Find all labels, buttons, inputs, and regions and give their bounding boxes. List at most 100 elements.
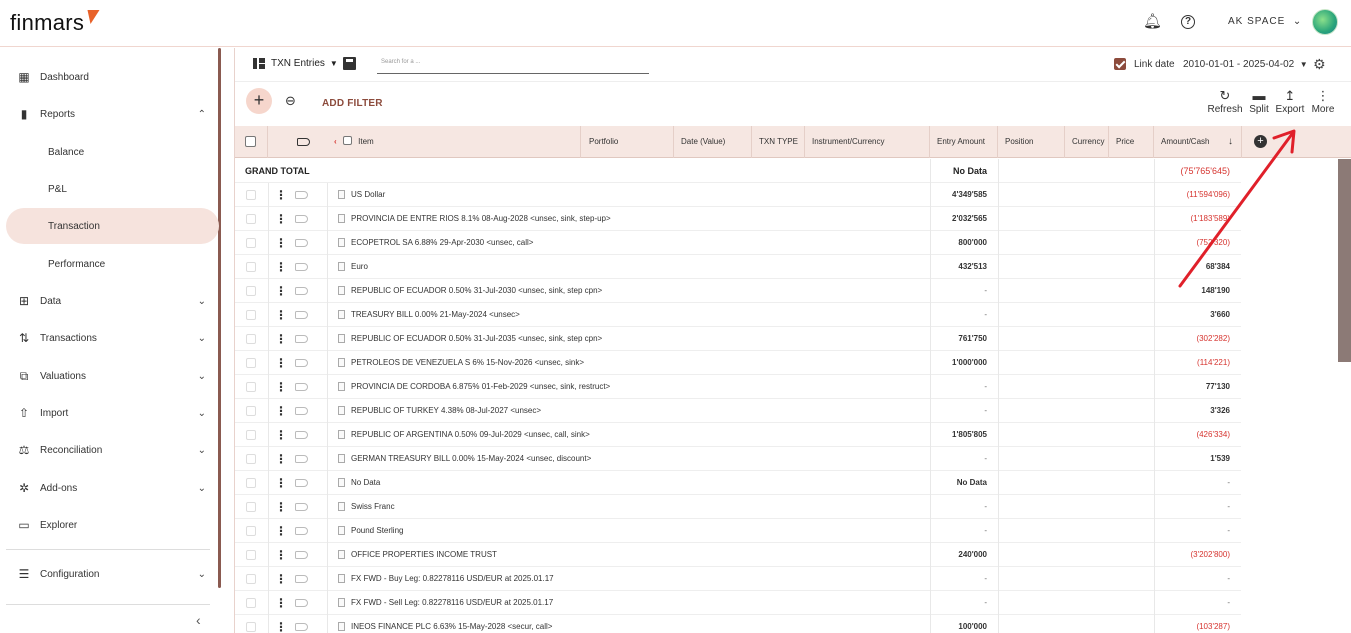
chevron-icon[interactable]: ⌄ (198, 296, 206, 307)
column-price[interactable]: Price (1109, 126, 1154, 158)
row-menu-icon[interactable]: ⋮ (268, 567, 293, 591)
chevron-icon[interactable]: ⌃ (198, 109, 206, 120)
row-checkbox[interactable] (246, 351, 268, 375)
table-row[interactable]: ⋮ INEOS FINANCE PLC 6.63% 15-May-2028 <se… (235, 615, 1241, 633)
row-tag-icon[interactable] (295, 207, 327, 231)
sidebar-item-reports[interactable]: ▮ Reports ⌃ (0, 96, 218, 132)
table-row[interactable]: ⋮ REPUBLIC OF ARGENTINA 0.50% 09-Jul-2029… (235, 423, 1241, 447)
sidebar-item-valuations[interactable]: ⧉ Valuations ⌄ (0, 358, 218, 394)
row-menu-icon[interactable]: ⋮ (268, 615, 293, 633)
more-button[interactable]: ⋮ More (1303, 88, 1343, 115)
row-checkbox[interactable] (246, 207, 268, 231)
row-tag-icon[interactable] (295, 351, 327, 375)
row-menu-icon[interactable]: ⋮ (268, 519, 293, 543)
row-checkbox[interactable] (246, 447, 268, 471)
sidebar-scrollbar[interactable] (218, 48, 221, 588)
row-checkbox[interactable] (246, 279, 268, 303)
row-checkbox[interactable] (246, 591, 268, 615)
row-menu-icon[interactable]: ⋮ (268, 423, 293, 447)
collapse-sidebar-icon[interactable]: ‹ (196, 612, 201, 628)
finmars-logo[interactable]: finmars (10, 10, 100, 36)
tag-header-icon[interactable] (268, 126, 327, 158)
sidebar-item-add-ons[interactable]: ✲ Add-ons ⌄ (0, 470, 218, 506)
table-row[interactable]: ⋮ PROVINCIA DE CORDOBA 6.875% 01-Feb-2029… (235, 375, 1241, 399)
add-filter-button[interactable]: ADD FILTER (322, 98, 383, 109)
save-icon[interactable] (343, 57, 356, 70)
table-row[interactable]: ⋮ REPUBLIC OF TURKEY 4.38% 08-Jul-2027 <u… (235, 399, 1241, 423)
row-checkbox[interactable] (246, 327, 268, 351)
sidebar-item-reconciliation[interactable]: ⚖ Reconciliation ⌄ (0, 432, 218, 468)
row-menu-icon[interactable]: ⋮ (268, 399, 293, 423)
sidebar-subitem-balance[interactable]: Balance (0, 134, 218, 170)
row-menu-icon[interactable]: ⋮ (268, 231, 293, 255)
row-checkbox[interactable] (246, 183, 268, 207)
sidebar-subitem-p-l[interactable]: P&L (0, 171, 218, 207)
row-menu-icon[interactable]: ⋮ (268, 327, 293, 351)
link-date-checkbox[interactable] (1114, 58, 1126, 70)
row-checkbox[interactable] (246, 303, 268, 327)
column-txn-type[interactable]: TXN TYPE (752, 126, 805, 158)
sidebar-subitem-performance[interactable]: Performance (0, 246, 218, 282)
table-row[interactable]: ⋮ PROVINCIA DE ENTRE RIOS 8.1% 08-Aug-202… (235, 207, 1241, 231)
sidebar-item-explorer[interactable]: ▭ Explorer (0, 507, 218, 543)
row-checkbox[interactable] (246, 375, 268, 399)
sidebar-subitem-transaction[interactable]: Transaction (6, 208, 219, 244)
collapse-column-icon[interactable]: ‹ (334, 137, 337, 146)
row-tag-icon[interactable] (295, 495, 327, 519)
row-menu-icon[interactable]: ⋮ (268, 183, 293, 207)
table-row[interactable]: ⋮ PETROLEOS DE VENEZUELA S 6% 15-Nov-2026… (235, 351, 1241, 375)
chevron-icon[interactable]: ⌄ (198, 333, 206, 344)
table-row[interactable]: ⋮ REPUBLIC OF ECUADOR 0.50% 31-Jul-2030 <… (235, 279, 1241, 303)
sidebar-item-import[interactable]: ⇧ Import ⌄ (0, 395, 218, 431)
gear-icon[interactable]: ⚙ (1313, 56, 1326, 73)
row-tag-icon[interactable] (295, 327, 327, 351)
row-menu-icon[interactable]: ⋮ (268, 591, 293, 615)
row-tag-icon[interactable] (295, 399, 327, 423)
row-checkbox[interactable] (246, 471, 268, 495)
row-menu-icon[interactable]: ⋮ (268, 279, 293, 303)
table-row[interactable]: ⋮ GERMAN TREASURY BILL 0.00% 15-May-2024 … (235, 447, 1241, 471)
column-portfolio[interactable]: Portfolio (581, 126, 674, 158)
avatar[interactable] (1312, 9, 1338, 35)
grand-total-row[interactable]: GRAND TOTAL No Data (75'765'645) (235, 159, 1241, 183)
column-instrument-currency[interactable]: Instrument/Currency (805, 126, 930, 158)
row-menu-icon[interactable]: ⋮ (268, 543, 293, 567)
row-tag-icon[interactable] (295, 231, 327, 255)
table-row[interactable]: ⋮ FX FWD - Buy Leg: 0.82278116 USD/EUR at… (235, 567, 1241, 591)
link-date-toggle[interactable]: Link date (1114, 58, 1175, 70)
row-tag-icon[interactable] (295, 375, 327, 399)
link-icon[interactable]: ⊖ (285, 93, 296, 109)
chevron-icon[interactable]: ⌄ (198, 371, 206, 382)
select-all-checkbox[interactable] (235, 126, 268, 158)
table-row[interactable]: ⋮ REPUBLIC OF ECUADOR 0.50% 31-Jul-2035 <… (235, 327, 1241, 351)
row-tag-icon[interactable] (295, 543, 327, 567)
row-tag-icon[interactable] (295, 255, 327, 279)
chevron-icon[interactable]: ⌄ (198, 408, 206, 419)
row-menu-icon[interactable]: ⋮ (268, 207, 293, 231)
row-checkbox[interactable] (246, 255, 268, 279)
row-checkbox[interactable] (246, 615, 268, 633)
search-input[interactable]: Search for a ... (377, 56, 649, 74)
column-currency[interactable]: Currency (1065, 126, 1109, 158)
table-row[interactable]: ⋮ Swiss Franc - - (235, 495, 1241, 519)
row-checkbox[interactable] (246, 423, 268, 447)
row-tag-icon[interactable] (295, 447, 327, 471)
row-menu-icon[interactable]: ⋮ (268, 255, 293, 279)
column-item[interactable]: ‹ Item (327, 126, 581, 158)
row-menu-icon[interactable]: ⋮ (268, 447, 293, 471)
row-tag-icon[interactable] (295, 591, 327, 615)
row-menu-icon[interactable]: ⋮ (268, 375, 293, 399)
row-checkbox[interactable] (246, 543, 268, 567)
right-scrollbar[interactable] (1338, 159, 1351, 362)
sidebar-item-dashboard[interactable]: ▦ Dashboard (0, 59, 218, 95)
row-menu-icon[interactable]: ⋮ (268, 303, 293, 327)
layout-selector[interactable]: TXN Entries ▼ (253, 58, 338, 69)
table-row[interactable]: ⋮ ECOPETROL SA 6.88% 29-Apr-2030 <unsec, … (235, 231, 1241, 255)
sidebar-item-transactions[interactable]: ⇅ Transactions ⌄ (0, 320, 218, 356)
date-range-selector[interactable]: 2010-01-01 - 2025-04-02 ▼ (1183, 59, 1308, 70)
add-button[interactable]: + (246, 88, 272, 114)
chevron-icon[interactable]: ⌄ (198, 483, 206, 494)
row-tag-icon[interactable] (295, 567, 327, 591)
table-row[interactable]: ⋮ No Data No Data - (235, 471, 1241, 495)
group-toggle-icon[interactable] (342, 136, 352, 145)
